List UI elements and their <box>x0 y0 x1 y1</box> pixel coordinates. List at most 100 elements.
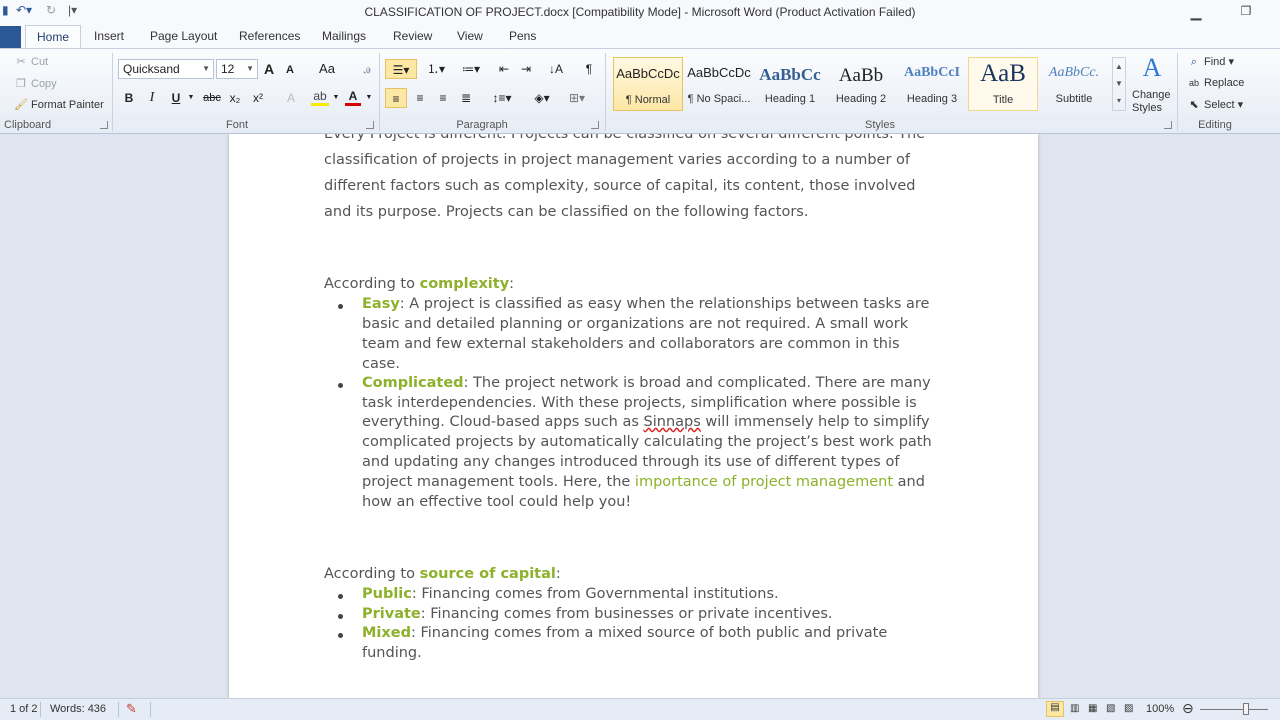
tab-references[interactable]: References <box>239 29 300 43</box>
font-name-combo[interactable]: Quicksand ▼ <box>118 59 214 79</box>
font-name-value: Quicksand <box>123 62 180 76</box>
change-styles-label-2[interactable]: Styles <box>1132 102 1162 114</box>
shading-icon[interactable]: ◈▾ <box>527 88 557 108</box>
subscript-button[interactable]: x₂ <box>226 88 244 108</box>
replace-button[interactable]: ab Replace <box>1187 77 1244 89</box>
find-label: Find <box>1204 56 1226 68</box>
style-no-spacing[interactable]: AaBbCcDc ¶ No Spaci... <box>684 57 754 111</box>
sort-icon[interactable]: ↓A <box>546 59 566 79</box>
page-indicator[interactable]: 1 of 2 <box>10 703 38 715</box>
highlight-icon[interactable]: ab <box>311 88 329 106</box>
document-area[interactable]: Every Project is different. Projects can… <box>0 134 1280 698</box>
strikethrough-button[interactable]: abc <box>201 88 223 108</box>
style-normal[interactable]: AaBbCcDc ¶ Normal <box>613 57 683 111</box>
paragraph-launcher-icon[interactable] <box>591 121 599 129</box>
change-styles-icon[interactable]: A <box>1130 53 1174 83</box>
chevron-down-icon[interactable]: ▼ <box>331 88 341 108</box>
tab-page-layout[interactable]: Page Layout <box>150 29 217 43</box>
bullet-icon <box>338 633 343 638</box>
font-color-button[interactable]: A <box>345 88 361 106</box>
list-line: task interdependencies. With these proje… <box>362 395 917 411</box>
status-divider <box>118 702 119 717</box>
change-styles-label-1[interactable]: Change <box>1132 89 1171 101</box>
list-text: : Financing comes from Governmental inst… <box>411 586 779 602</box>
bullets-button[interactable]: ☰▾ <box>385 59 417 79</box>
clipboard-launcher-icon[interactable] <box>100 121 108 129</box>
select-button[interactable]: ⬉ Select ▾ <box>1187 98 1243 111</box>
decrease-indent-icon[interactable]: ⇤ <box>494 59 514 79</box>
status-divider <box>150 702 151 717</box>
style-sample: AaBbCcDc <box>616 66 680 81</box>
document-page[interactable]: Every Project is different. Projects can… <box>229 134 1038 698</box>
style-name: ¶ Normal <box>625 94 671 106</box>
style-subtitle[interactable]: AaBbCc. Subtitle <box>1039 57 1109 111</box>
align-center-icon[interactable]: ≡ <box>409 88 431 108</box>
increase-indent-icon[interactable]: ⇥ <box>516 59 536 79</box>
chevron-down-icon[interactable]: ▼ <box>364 88 374 108</box>
minimize-icon[interactable]: ▁ <box>1186 4 1206 20</box>
tab-home[interactable]: Home <box>25 25 82 49</box>
style-heading-2[interactable]: AaBb Heading 2 <box>826 57 896 111</box>
multilevel-list-button[interactable]: ≔▾ <box>455 59 487 79</box>
misspelled-word[interactable]: Sinnaps <box>644 414 701 430</box>
grow-font-button[interactable]: A <box>261 59 277 79</box>
tab-view[interactable]: View <box>457 29 483 43</box>
borders-icon[interactable]: ⊞▾ <box>562 88 592 108</box>
tab-pens[interactable]: Pens <box>509 29 536 43</box>
bold-button[interactable]: B <box>121 88 137 108</box>
shrink-font-button[interactable]: A <box>283 60 297 80</box>
style-sample: AaBbCcI <box>903 65 960 80</box>
print-layout-icon[interactable]: ▤ <box>1046 701 1064 717</box>
web-layout-icon[interactable]: ▦ <box>1088 703 1097 714</box>
full-screen-reading-icon[interactable]: ▥ <box>1070 703 1079 714</box>
copy-icon: ❐ <box>16 78 26 90</box>
underline-button[interactable]: U <box>168 88 184 108</box>
font-launcher-icon[interactable] <box>366 121 374 129</box>
clipboard-group-label: Clipboard <box>4 119 52 131</box>
paintbrush-icon: 🖌 <box>14 99 28 111</box>
justify-icon[interactable]: ≣ <box>455 88 477 108</box>
proofing-icon[interactable]: ✎ <box>126 701 137 717</box>
italic-button[interactable]: I <box>144 88 160 108</box>
font-color-label: A <box>348 89 358 103</box>
numbering-button[interactable]: ⒈▾ <box>420 59 452 79</box>
zoom-level[interactable]: 100% <box>1146 703 1174 715</box>
tab-mailings[interactable]: Mailings <box>322 29 366 43</box>
term: Mixed <box>362 625 411 641</box>
show-marks-button[interactable]: ¶ <box>580 59 598 79</box>
format-painter-button[interactable]: 🖌 Format Painter <box>14 98 104 111</box>
zoom-slider-track[interactable] <box>1200 709 1268 710</box>
text-effects-icon[interactable]: A <box>282 88 300 108</box>
style-heading-1[interactable]: AaBbCc Heading 1 <box>755 57 825 111</box>
superscript-button[interactable]: x² <box>249 88 267 108</box>
cut-button[interactable]: ✂ Cut <box>14 55 48 68</box>
zoom-out-icon[interactable]: ⊖ <box>1182 700 1194 717</box>
clear-formatting-icon[interactable]: ꭿ <box>356 59 378 79</box>
zoom-slider-thumb[interactable] <box>1243 703 1249 715</box>
hyperlink[interactable]: importance of project management <box>635 474 893 490</box>
term: Public <box>362 586 412 602</box>
align-right-icon[interactable]: ≡ <box>432 88 454 108</box>
term: Complicated <box>362 375 464 391</box>
file-tab[interactable] <box>0 26 21 48</box>
list-item-private: Private: Financing comes from businesses… <box>362 606 833 622</box>
outline-icon[interactable]: ▧ <box>1106 703 1115 714</box>
tab-review[interactable]: Review <box>393 29 432 43</box>
copy-button[interactable]: ❐ Copy <box>14 77 57 90</box>
line-spacing-icon[interactable]: ↕≡▾ <box>487 88 517 108</box>
word-count[interactable]: Words: 436 <box>50 703 106 715</box>
align-left-icon[interactable]: ≡ <box>385 88 407 108</box>
heading-term: complexity <box>419 276 510 292</box>
style-title[interactable]: AaB Title <box>968 57 1038 111</box>
font-size-combo[interactable]: 12 ▼ <box>216 59 258 79</box>
paragraph-line: and its purpose. Projects can be classif… <box>324 204 809 220</box>
chevron-down-icon[interactable]: ▼ <box>186 88 196 108</box>
style-heading-3[interactable]: AaBbCcI Heading 3 <box>897 57 967 111</box>
draft-icon[interactable]: ▨ <box>1124 703 1133 714</box>
change-case-button[interactable]: Aa <box>314 59 340 79</box>
tab-insert[interactable]: Insert <box>94 29 124 43</box>
restore-icon[interactable]: ❐ <box>1236 4 1256 20</box>
styles-scroll-icon[interactable]: ▲ ▼ ▾ <box>1112 57 1126 111</box>
styles-launcher-icon[interactable] <box>1164 121 1172 129</box>
find-button[interactable]: ⌕ Find ▾ <box>1187 55 1234 69</box>
